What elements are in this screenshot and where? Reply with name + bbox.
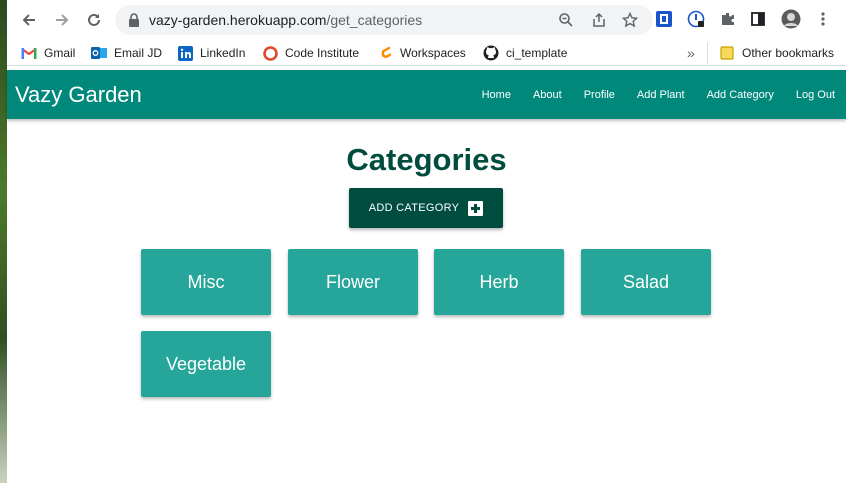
- browser-toolbar: vazy-garden.herokuapp.com/get_categories: [7, 0, 846, 39]
- folder-icon: [719, 45, 735, 61]
- bookmark-star-icon[interactable]: [621, 11, 639, 29]
- category-card-flower[interactable]: Flower: [288, 249, 418, 315]
- nav-link-add-category[interactable]: Add Category: [696, 89, 785, 101]
- browser-menu-icon[interactable]: [813, 9, 833, 29]
- gitpod-icon: [377, 45, 393, 61]
- nav-link-about[interactable]: About: [522, 89, 573, 101]
- category-card-misc[interactable]: Misc: [141, 249, 271, 315]
- add-category-button[interactable]: ADD CATEGORY: [349, 188, 503, 228]
- bookmarks-bar: Gmail Email JD LinkedIn Code Institute W…: [7, 39, 846, 66]
- url-path: /get_categories: [326, 12, 423, 28]
- bookmark-email-jd[interactable]: Email JD: [91, 44, 162, 62]
- nav-link-log-out[interactable]: Log Out: [785, 89, 846, 101]
- nav-links: Home About Profile Add Plant Add Categor…: [471, 70, 846, 119]
- password-manager-icon[interactable]: [686, 9, 706, 29]
- gmail-icon: [21, 45, 37, 61]
- bookmark-label: Code Institute: [285, 46, 360, 60]
- back-arrow-icon: [22, 14, 35, 26]
- category-card-herb[interactable]: Herb: [434, 249, 564, 315]
- add-category-label: ADD CATEGORY: [368, 202, 460, 214]
- reload-icon: [88, 13, 100, 26]
- bookmark-label: ci_template: [506, 46, 568, 60]
- plus-box-icon: [468, 200, 484, 216]
- url-text: vazy-garden.herokuapp.com/get_categories: [149, 12, 422, 28]
- bookmark-label: Other bookmarks: [742, 46, 835, 60]
- zoom-icon[interactable]: [557, 11, 575, 29]
- side-panel-icon[interactable]: [748, 9, 768, 29]
- bookmark-ci-template[interactable]: ci_template: [483, 44, 567, 62]
- address-bar[interactable]: vazy-garden.herokuapp.com/get_categories: [115, 5, 653, 35]
- profile-avatar-icon[interactable]: [781, 9, 801, 29]
- bookmark-gmail[interactable]: Gmail: [21, 44, 75, 62]
- browser-window: vazy-garden.herokuapp.com/get_categories: [7, 0, 846, 483]
- bookmark-label: LinkedIn: [200, 46, 246, 60]
- reload-button[interactable]: [82, 8, 106, 32]
- forward-button[interactable]: [50, 8, 74, 32]
- bookmark-label: Gmail: [44, 46, 76, 60]
- bookmark-label: Workspaces: [400, 46, 466, 60]
- web-page: Vazy Garden Home About Profile Add Plant…: [7, 70, 846, 483]
- nav-link-profile[interactable]: Profile: [573, 89, 626, 101]
- brand-logo[interactable]: Vazy Garden: [15, 82, 142, 108]
- nav-link-home[interactable]: Home: [471, 89, 522, 101]
- category-name: Salad: [622, 271, 670, 292]
- share-icon[interactable]: [590, 11, 608, 29]
- bookmark-linkedin[interactable]: LinkedIn: [177, 44, 245, 62]
- bookmark-label: Email JD: [114, 46, 163, 60]
- bookmarks-divider: [707, 42, 708, 64]
- page-title: Categories: [346, 142, 507, 177]
- bookmark-workspaces[interactable]: Workspaces: [377, 44, 466, 62]
- forward-arrow-icon: [56, 14, 69, 26]
- category-card-salad[interactable]: Salad: [581, 249, 711, 315]
- lock-icon: [129, 13, 139, 27]
- back-button[interactable]: [17, 8, 41, 32]
- category-name: Misc: [187, 271, 225, 292]
- bookmark-other-bookmarks[interactable]: Other bookmarks: [719, 44, 834, 62]
- category-card-vegetable[interactable]: Vegetable: [141, 331, 271, 397]
- site-navbar: Vazy Garden Home About Profile Add Plant…: [7, 70, 846, 119]
- overflow-chevron-icon: »: [687, 45, 695, 61]
- code-institute-icon: [262, 45, 278, 61]
- extension-blue-icon[interactable]: [654, 9, 674, 29]
- bookmark-code-institute[interactable]: Code Institute: [262, 44, 359, 62]
- url-domain: vazy-garden.herokuapp.com: [149, 12, 327, 28]
- category-name: Vegetable: [165, 353, 247, 374]
- nav-link-add-plant[interactable]: Add Plant: [626, 89, 696, 101]
- outlook-icon: [91, 45, 107, 61]
- linkedin-icon: [177, 45, 193, 61]
- desktop-background: [0, 0, 7, 483]
- github-icon: [483, 45, 499, 61]
- category-name: Herb: [479, 271, 519, 292]
- extensions-puzzle-icon[interactable]: [718, 9, 738, 29]
- category-name: Flower: [325, 271, 380, 292]
- bookmarks-overflow-button[interactable]: »: [687, 44, 695, 62]
